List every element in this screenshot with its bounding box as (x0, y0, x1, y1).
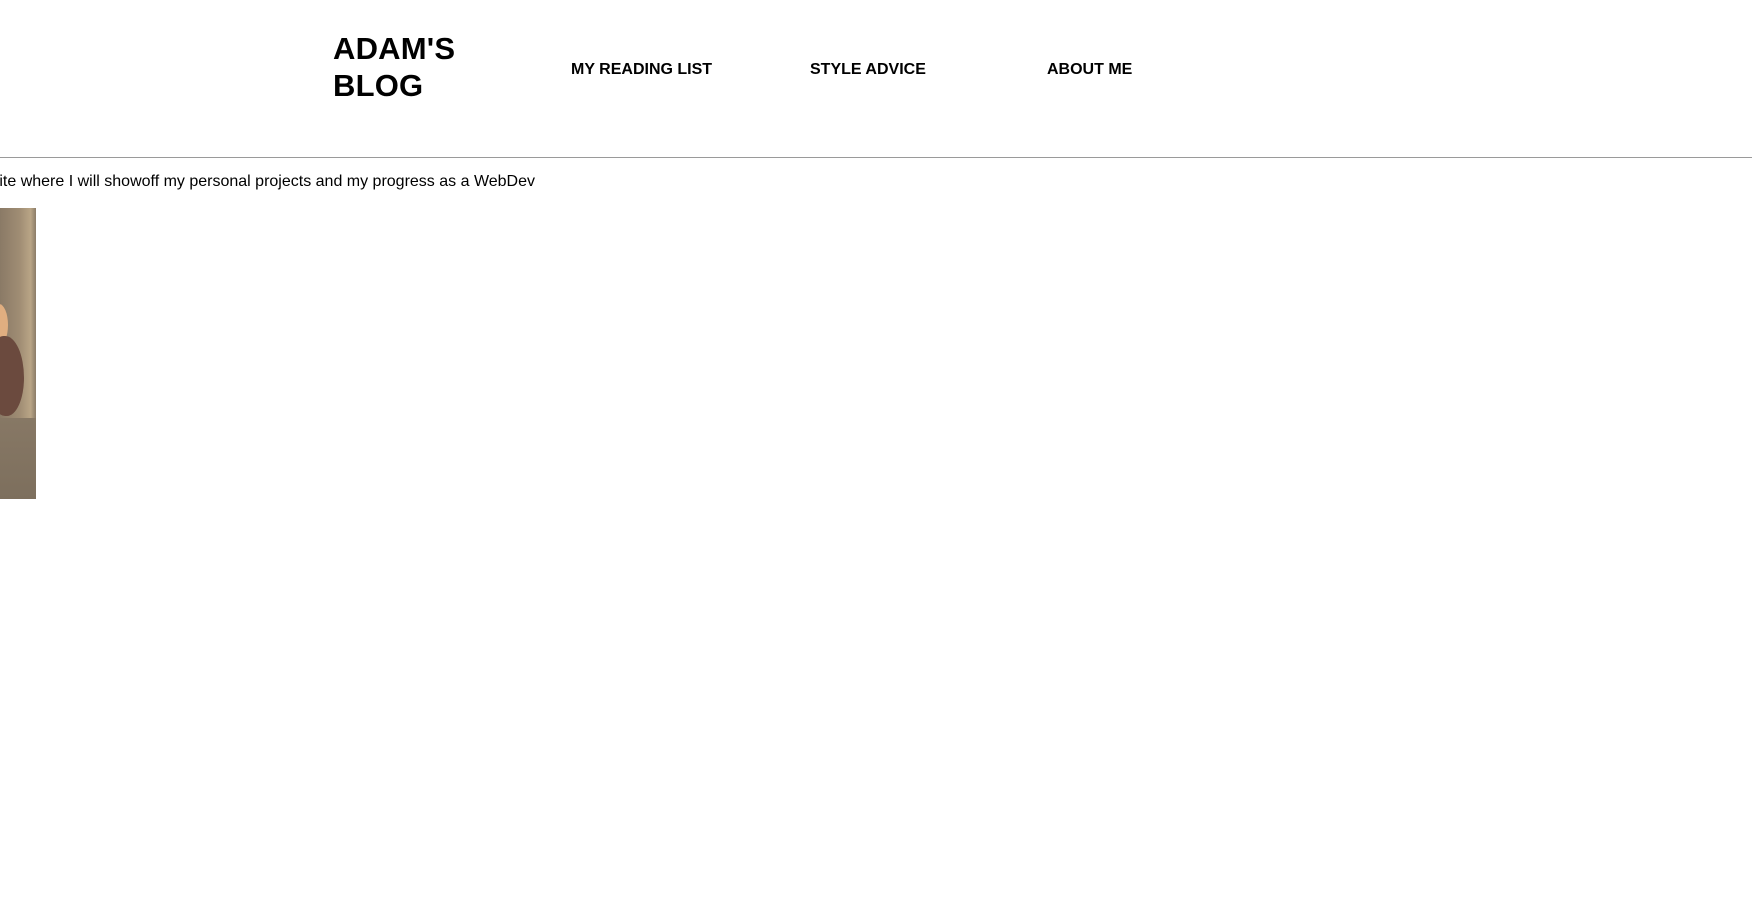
photo-shade (0, 418, 36, 499)
intro-text: ite where I will showoff my personal pro… (0, 173, 535, 190)
nav-link-about-me[interactable]: ABOUT ME (1047, 60, 1132, 80)
site-title: ADAM'S BLOG (333, 31, 456, 103)
header-divider (0, 157, 1752, 158)
profile-photo (0, 208, 36, 499)
nav-link-reading-list[interactable]: MY READING LIST (571, 60, 712, 80)
page: ADAM'S BLOG MY READING LIST STYLE ADVICE… (0, 0, 1752, 901)
nav-link-style-advice[interactable]: STYLE ADVICE (810, 60, 926, 80)
photo-sleeve (0, 336, 24, 416)
